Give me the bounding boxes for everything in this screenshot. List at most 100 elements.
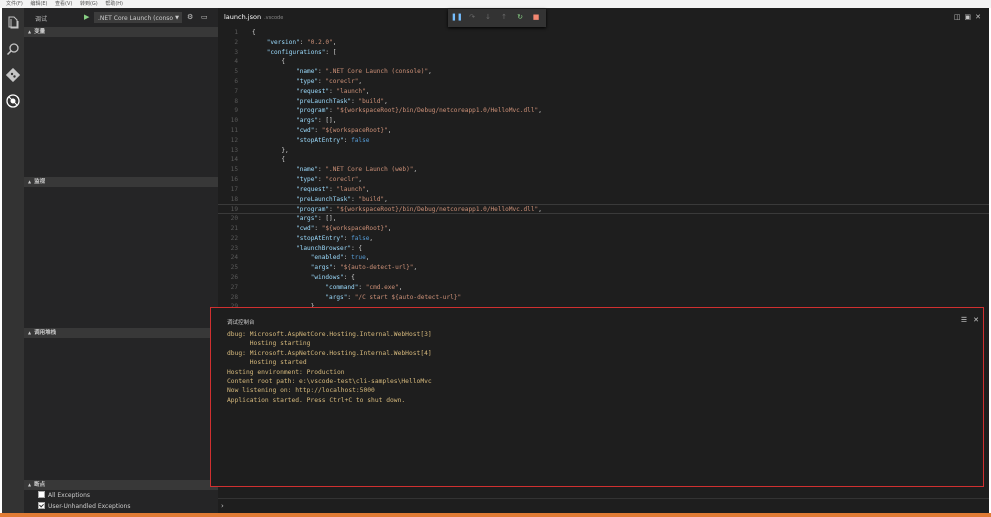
menu-view[interactable]: 查看(V) (55, 0, 72, 8)
debug-action-bar: ❚❚ ↷ ↓ ↑ ↻ ■ (448, 9, 546, 27)
line-number: 7 (234, 87, 238, 95)
line-content: "windows": { (310, 273, 355, 281)
line-number: 16 (230, 175, 238, 183)
launch-config-select[interactable]: .NET Core Launch (conso ▼ (94, 12, 182, 23)
breakpoint-checkbox[interactable] (38, 502, 45, 509)
console-toggle-icon[interactable]: ▭ (201, 13, 208, 21)
tab-launch-json[interactable]: launch.json .vscode (224, 13, 283, 21)
line-content: "stopAtEntry": false (296, 136, 370, 144)
close-panel-icon[interactable]: ✕ (973, 316, 979, 324)
collapse-icon: ▲ (28, 330, 32, 335)
code-line[interactable]: 26 "windows": { (218, 273, 989, 283)
code-line[interactable]: 25 "args": "${auto-detect-url}", (218, 263, 989, 273)
restart-icon[interactable]: ↻ (515, 13, 525, 21)
menu-bar: 文件(F) 编辑(E) 查看(V) 转到(G) 帮助(H) (0, 0, 991, 8)
code-line[interactable]: 12 "stopAtEntry": false (218, 136, 989, 146)
breakpoint-label: All Exceptions (48, 492, 90, 499)
console-output: dbug: Microsoft.AspNetCore.Hosting.Inter… (227, 330, 432, 405)
code-line[interactable]: 6 "type": "coreclr", (218, 77, 989, 87)
code-line[interactable]: 19 "program": "${workspaceRoot}/bin/Debu… (218, 204, 989, 215)
explorer-icon[interactable] (5, 16, 21, 32)
menu-file[interactable]: 文件(F) (6, 0, 23, 8)
line-content: "enabled": true, (310, 254, 370, 262)
section-variables[interactable]: ▲ 变量 (24, 27, 218, 37)
line-content: "preLaunchTask": "build", (296, 195, 388, 203)
code-line[interactable]: 10 "args": [], (218, 116, 989, 126)
code-line[interactable]: 17 "request": "launch", (218, 185, 989, 195)
console-actions: ☰ ✕ (955, 316, 979, 324)
code-line[interactable]: 16 "type": "coreclr", (218, 175, 989, 185)
pause-icon[interactable]: ❚❚ (451, 13, 463, 21)
start-debug-icon[interactable]: ▶ (84, 13, 89, 21)
code-line[interactable]: 22 "stopAtEntry": false, (218, 234, 989, 244)
code-line[interactable]: 11 "cwd": "${workspaceRoot}", (218, 126, 989, 136)
menu-help[interactable]: 帮助(H) (105, 0, 123, 8)
section-breakpoints-label: 断点 (34, 482, 46, 488)
git-icon[interactable] (5, 67, 21, 84)
code-line[interactable]: 2 "version": "0.2.0", (218, 38, 989, 48)
tab-folder: .vscode (264, 15, 284, 21)
code-line[interactable]: 28 "args": "/C start ${auto-detect-url}" (218, 293, 989, 303)
line-content: "request": "launch", (296, 185, 370, 193)
line-number: 23 (230, 244, 238, 252)
step-into-icon[interactable]: ↓ (483, 13, 493, 21)
stop-icon[interactable]: ■ (531, 13, 541, 21)
line-content: "cwd": "${workspaceRoot}", (296, 224, 392, 232)
gear-icon[interactable]: ⚙ (187, 13, 193, 21)
close-icon[interactable]: ✕ (975, 13, 981, 21)
step-out-icon[interactable]: ↑ (499, 13, 509, 21)
line-number: 17 (230, 185, 238, 193)
line-content: }, (252, 146, 289, 154)
section-breakpoints[interactable]: ▲ 断点 (24, 480, 218, 490)
code-line[interactable]: 8 "preLaunchTask": "build", (218, 97, 989, 107)
search-icon[interactable] (5, 42, 21, 58)
menu-goto[interactable]: 转到(G) (80, 0, 98, 8)
breakpoint-checkbox[interactable] (38, 491, 45, 498)
debug-icon[interactable] (5, 94, 21, 110)
code-line[interactable]: 20 "args": [], (218, 214, 989, 224)
line-content: "preLaunchTask": "build", (296, 97, 388, 105)
line-number: 18 (230, 195, 238, 203)
code-editor[interactable]: 1{2 "version": "0.2.0", 3 "configurations… (218, 28, 989, 310)
code-line[interactable]: 27 "command": "cmd.exe", (218, 283, 989, 293)
code-line[interactable]: 1{ (218, 28, 989, 38)
line-number: 26 (230, 273, 238, 281)
line-number: 21 (230, 224, 238, 232)
code-line[interactable]: 4 { (218, 57, 989, 67)
code-line[interactable]: 15 "name": ".NET Core Launch (web)", (218, 165, 989, 175)
section-watch[interactable]: ▲ 监视 (24, 177, 218, 187)
line-number: 6 (234, 77, 238, 85)
breakpoint-user-unhandled[interactable]: User-Unhandled Exceptions (38, 502, 130, 512)
editor-tabbar: launch.json .vscode ◫ ▣ ✕ (218, 8, 989, 28)
split-editor-icon[interactable]: ◫ (954, 13, 961, 21)
console-line: Application started. Press Ctrl+C to shu… (227, 396, 406, 404)
menu-edit[interactable]: 编辑(E) (30, 0, 47, 8)
line-number: 12 (230, 136, 238, 144)
line-content: "args": [], (296, 215, 337, 223)
code-line[interactable]: 18 "preLaunchTask": "build", (218, 195, 989, 205)
code-line[interactable]: 14 { (218, 155, 989, 165)
line-content: "stopAtEntry": false, (296, 234, 374, 242)
more-icon[interactable]: ▣ (965, 13, 972, 21)
section-callstack[interactable]: ▲ 调用堆栈 (24, 328, 218, 338)
code-line[interactable]: 21 "cwd": "${workspaceRoot}", (218, 224, 989, 234)
breakpoint-all-exceptions[interactable]: All Exceptions (38, 491, 90, 501)
code-line[interactable]: 7 "request": "launch", (218, 87, 989, 97)
line-number: 11 (230, 126, 238, 134)
activity-bar (2, 8, 24, 514)
line-number: 15 (230, 166, 238, 174)
line-number: 24 (230, 254, 238, 262)
code-line[interactable]: 5 "name": ".NET Core Launch (console)", (218, 67, 989, 77)
code-line[interactable]: 13 }, (218, 146, 989, 156)
code-line[interactable]: 9 "program": "${workspaceRoot}/bin/Debug… (218, 106, 989, 116)
line-number: 8 (234, 97, 238, 105)
code-line[interactable]: 3 "configurations": [ (218, 48, 989, 58)
code-line[interactable]: 23 "launchBrowser": { (218, 244, 989, 254)
line-content: { (252, 29, 256, 36)
step-over-icon[interactable]: ↷ (467, 13, 477, 21)
line-number: 28 (230, 293, 238, 301)
code-line[interactable]: 24 "enabled": true, (218, 253, 989, 263)
clear-console-icon[interactable]: ☰ (961, 316, 967, 324)
line-content: "request": "launch", (296, 87, 370, 95)
launch-config-value: .NET Core Launch (conso (98, 15, 174, 22)
